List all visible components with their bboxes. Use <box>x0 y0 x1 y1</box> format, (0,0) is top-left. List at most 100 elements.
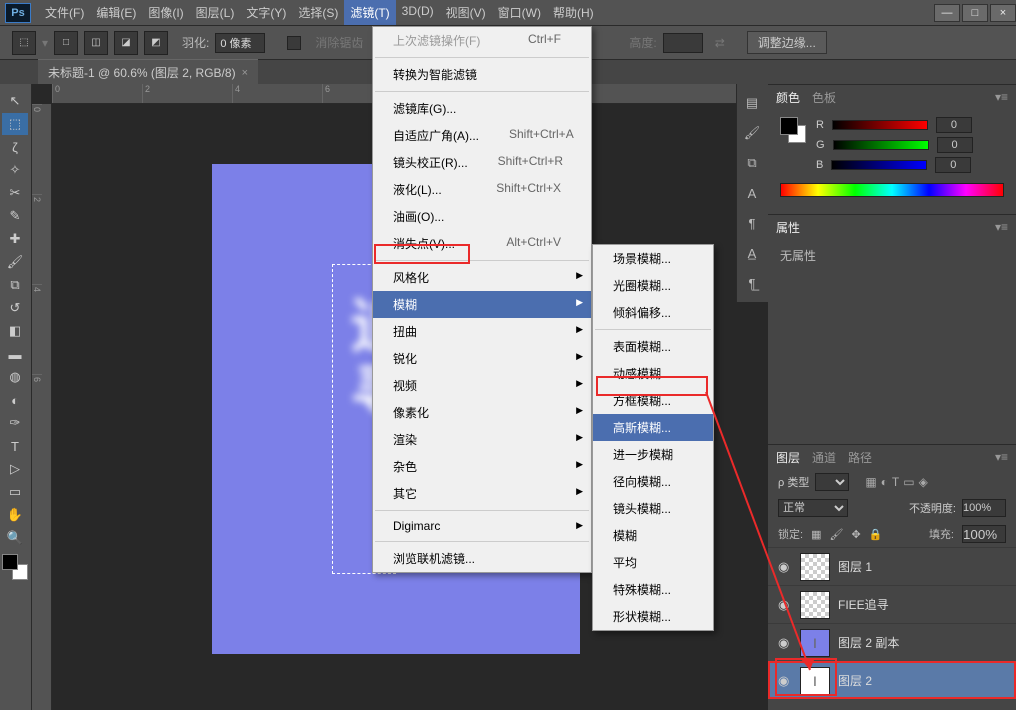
heal-tool[interactable]: ✚ <box>2 228 28 250</box>
menu-5[interactable]: 选择(S) <box>292 0 344 25</box>
filter-item[interactable]: 其它 <box>373 480 591 507</box>
spectrum-bar[interactable] <box>780 183 1004 197</box>
filter-item[interactable]: 像素化 <box>373 399 591 426</box>
close-tab-icon[interactable]: × <box>242 67 248 79</box>
menu-6[interactable]: 滤镜(T) <box>344 0 395 25</box>
foreground-background-swatch[interactable] <box>2 554 28 580</box>
blend-mode-select[interactable]: 正常 <box>778 499 848 517</box>
blur-item[interactable]: 特殊模糊... <box>593 576 713 603</box>
filter-shape-icon[interactable]: ▭ <box>903 475 914 489</box>
lock-paint-icon[interactable]: 🖌 <box>829 528 843 541</box>
marquee-intersect-icon[interactable]: ◩ <box>144 31 168 55</box>
menu-9[interactable]: 窗口(W) <box>492 0 547 25</box>
filter-item[interactable]: 风格化 <box>373 264 591 291</box>
filter-item[interactable]: Digimarc <box>373 514 591 538</box>
eyedropper-tool[interactable]: ✎ <box>2 205 28 227</box>
menu-2[interactable]: 图像(I) <box>142 0 189 25</box>
filter-smart-icon[interactable]: ◈ <box>919 475 928 489</box>
refine-edge-button[interactable]: 调整边缘... <box>747 31 827 54</box>
lock-trans-icon[interactable]: ▦ <box>811 528 821 541</box>
menu-0[interactable]: 文件(F) <box>39 0 90 25</box>
char-icon[interactable]: A <box>741 182 763 204</box>
zoom-tool[interactable]: 🔍 <box>2 527 28 549</box>
shape-tool[interactable]: ▭ <box>2 481 28 503</box>
filter-item[interactable]: 模糊 <box>373 291 591 318</box>
blur-tool[interactable]: ◍ <box>2 366 28 388</box>
pen-tool[interactable]: ✑ <box>2 412 28 434</box>
blur-item[interactable]: 形状模糊... <box>593 603 713 630</box>
blur-item[interactable]: 方框模糊... <box>593 387 713 414</box>
close-button[interactable]: × <box>990 4 1016 22</box>
tab-color[interactable]: 颜色 <box>776 89 800 106</box>
blur-item[interactable]: 径向模糊... <box>593 468 713 495</box>
document-tab[interactable]: 未标题-1 @ 60.6% (图层 2, RGB/8) × <box>38 59 258 85</box>
antialias-checkbox[interactable] <box>287 36 301 50</box>
blur-item[interactable]: 动感模糊... <box>593 360 713 387</box>
color-swatch[interactable] <box>780 117 806 143</box>
fill-input[interactable] <box>962 525 1006 543</box>
g-value[interactable]: 0 <box>937 137 973 153</box>
lock-move-icon[interactable]: ✥ <box>851 528 860 541</box>
menu-3[interactable]: 图层(L) <box>190 0 241 25</box>
blur-item[interactable]: 表面模糊... <box>593 333 713 360</box>
tab-properties[interactable]: 属性 <box>776 219 800 236</box>
lock-all-icon[interactable]: 🔒 <box>869 528 883 541</box>
filter-item[interactable]: 自适应广角(A)...Shift+Ctrl+A <box>373 122 591 149</box>
brush-preset-icon[interactable]: 🖌 <box>741 122 763 144</box>
dodge-tool[interactable]: ◐ <box>2 389 28 411</box>
eraser-tool[interactable]: ◧ <box>2 320 28 342</box>
tab-channels[interactable]: 通道 <box>812 449 836 466</box>
lasso-tool[interactable]: ζ <box>2 136 28 158</box>
layer-row[interactable]: ◉FIEE追寻 <box>768 585 1016 623</box>
visibility-icon[interactable]: ◉ <box>778 559 792 575</box>
layer-row[interactable]: ◉I图层 2 <box>768 661 1016 699</box>
filter-item[interactable]: 杂色 <box>373 453 591 480</box>
blur-item[interactable]: 平均 <box>593 549 713 576</box>
marquee-add-icon[interactable]: ◫ <box>84 31 108 55</box>
layer-row[interactable]: ◉I图层 2 副本 <box>768 623 1016 661</box>
tab-layers[interactable]: 图层 <box>776 449 800 466</box>
filter-item[interactable]: 镜头校正(R)...Shift+Ctrl+R <box>373 149 591 176</box>
filter-item[interactable]: 消失点(V)...Alt+Ctrl+V <box>373 230 591 257</box>
filter-item[interactable]: 液化(L)...Shift+Ctrl+X <box>373 176 591 203</box>
layer-row[interactable]: ◉图层 1 <box>768 547 1016 585</box>
path-tool[interactable]: ▷ <box>2 458 28 480</box>
wand-tool[interactable]: ✧ <box>2 159 28 181</box>
move-tool[interactable]: ↖ <box>2 90 28 112</box>
para-icon[interactable]: ¶ <box>741 212 763 234</box>
filter-item[interactable]: 扭曲 <box>373 318 591 345</box>
blur-item[interactable]: 进一步模糊 <box>593 441 713 468</box>
filter-item[interactable]: 锐化 <box>373 345 591 372</box>
panel-menu-icon[interactable]: ▾≡ <box>995 450 1008 464</box>
hand-tool[interactable]: ✋ <box>2 504 28 526</box>
tool-preset-icon[interactable]: ⬚ <box>12 31 36 55</box>
visibility-icon[interactable]: ◉ <box>778 635 792 651</box>
r-value[interactable]: 0 <box>936 117 972 133</box>
menu-10[interactable]: 帮助(H) <box>547 0 600 25</box>
filter-item[interactable]: 转换为智能滤镜 <box>373 61 591 88</box>
brush-tool[interactable]: 🖌 <box>2 251 28 273</box>
styles-icon[interactable]: A̲ <box>741 242 763 264</box>
minimize-button[interactable]: — <box>934 4 960 22</box>
blur-item[interactable]: 光圈模糊... <box>593 272 713 299</box>
kind-select[interactable] <box>815 473 849 491</box>
para-styles-icon[interactable]: ¶̲ <box>741 272 763 294</box>
panel-menu-icon[interactable]: ▾≡ <box>995 220 1008 234</box>
g-slider[interactable] <box>833 140 929 150</box>
b-slider[interactable] <box>831 160 927 170</box>
filter-item[interactable]: 油画(O)... <box>373 203 591 230</box>
clone-icon[interactable]: ⧉ <box>741 152 763 174</box>
filter-item[interactable]: 浏览联机滤镜... <box>373 545 591 572</box>
maximize-button[interactable]: □ <box>962 4 988 22</box>
visibility-icon[interactable]: ◉ <box>778 673 792 689</box>
blur-item[interactable]: 镜头模糊... <box>593 495 713 522</box>
filter-pixel-icon[interactable]: ▦ <box>865 475 876 489</box>
blur-item[interactable]: 模糊 <box>593 522 713 549</box>
filter-item[interactable]: 渲染 <box>373 426 591 453</box>
marquee-sub-icon[interactable]: ◪ <box>114 31 138 55</box>
blur-item[interactable]: 倾斜偏移... <box>593 299 713 326</box>
opacity-input[interactable] <box>962 499 1006 517</box>
menu-4[interactable]: 文字(Y) <box>240 0 292 25</box>
tab-paths[interactable]: 路径 <box>848 449 872 466</box>
type-tool[interactable]: T <box>2 435 28 457</box>
